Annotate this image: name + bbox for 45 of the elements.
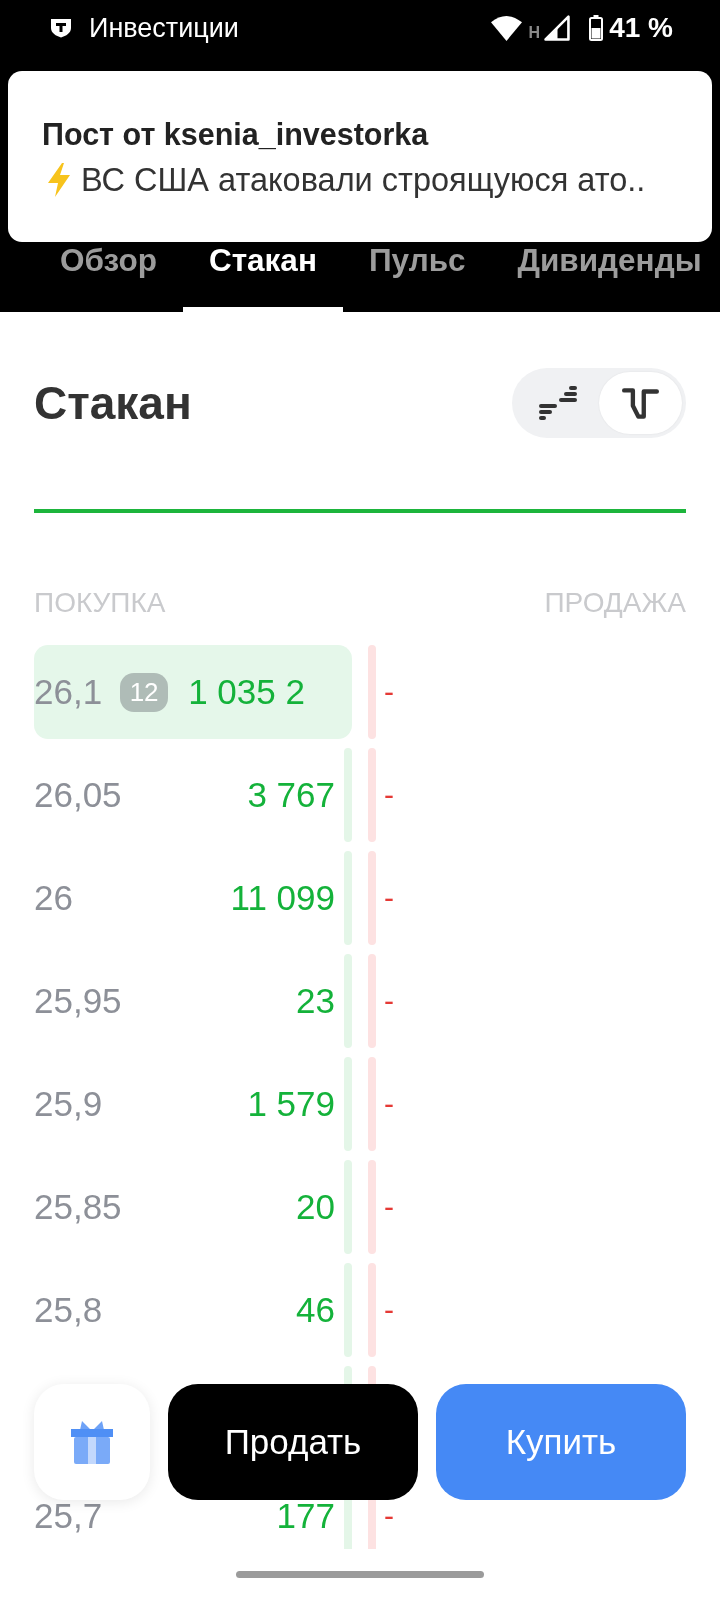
wifi-icon [490,15,522,41]
price-text: 25,9 [34,1083,104,1125]
tab[interactable]: Обзор [34,242,183,312]
price-text: 26,1 [34,671,103,713]
volume-text: 1 579 [247,1083,335,1125]
number-badge: 12 [120,672,169,712]
price-text: 25,8 [34,1289,104,1331]
volume-text: 23 [296,980,335,1022]
lightning-icon [46,162,72,197]
volume-text: 3 767 [247,774,335,816]
volume-text: 1 035 2 [188,671,305,713]
ask-text: - [384,674,394,710]
tab[interactable]: Пульс [342,242,492,312]
price-text: 26,05 [34,774,123,816]
ask-text: - [384,1086,394,1122]
notification-card[interactable]: Пост от ksenia_investorka ВС США атаковали строящуюся ато.. [8,71,712,242]
price-text: 25,85 [34,1186,123,1228]
ask-text: - [384,983,394,1019]
price-text: 25,7 [34,1495,104,1537]
volume-text: 11 099 [230,877,335,919]
ask-text: - [384,880,394,916]
gift-button[interactable] [34,1384,150,1500]
shield-icon [50,18,72,38]
ask-text: - [384,777,394,813]
depth-view-button[interactable] [599,372,682,434]
battery-icon [589,15,604,41]
volume-text: 20 [296,1186,335,1228]
ask-text: - [384,1292,394,1328]
sell-button[interactable]: Продать [168,1384,418,1500]
price-text: 26 [34,877,74,919]
tab[interactable]: Дивиденды [491,242,720,312]
ask-text: - [384,1189,394,1225]
volume-text: 46 [296,1289,335,1331]
battery-percent-text: 41 % [609,12,673,44]
network-type-text: H [528,25,541,41]
signal-icon [544,15,571,41]
stair-lines-icon [538,386,577,420]
section-title: Стакан [34,376,192,431]
price-text: 25,95 [34,980,123,1022]
ask-text: - [384,1498,394,1534]
app-name-text: Инвестиции [89,12,239,44]
gift-icon [71,1420,113,1464]
notification-title: Пост от ksenia_investorka [42,115,429,153]
notification-text: ВС США атаковали строящуюся ато.. [81,160,646,200]
stepped-line-icon [622,386,659,420]
